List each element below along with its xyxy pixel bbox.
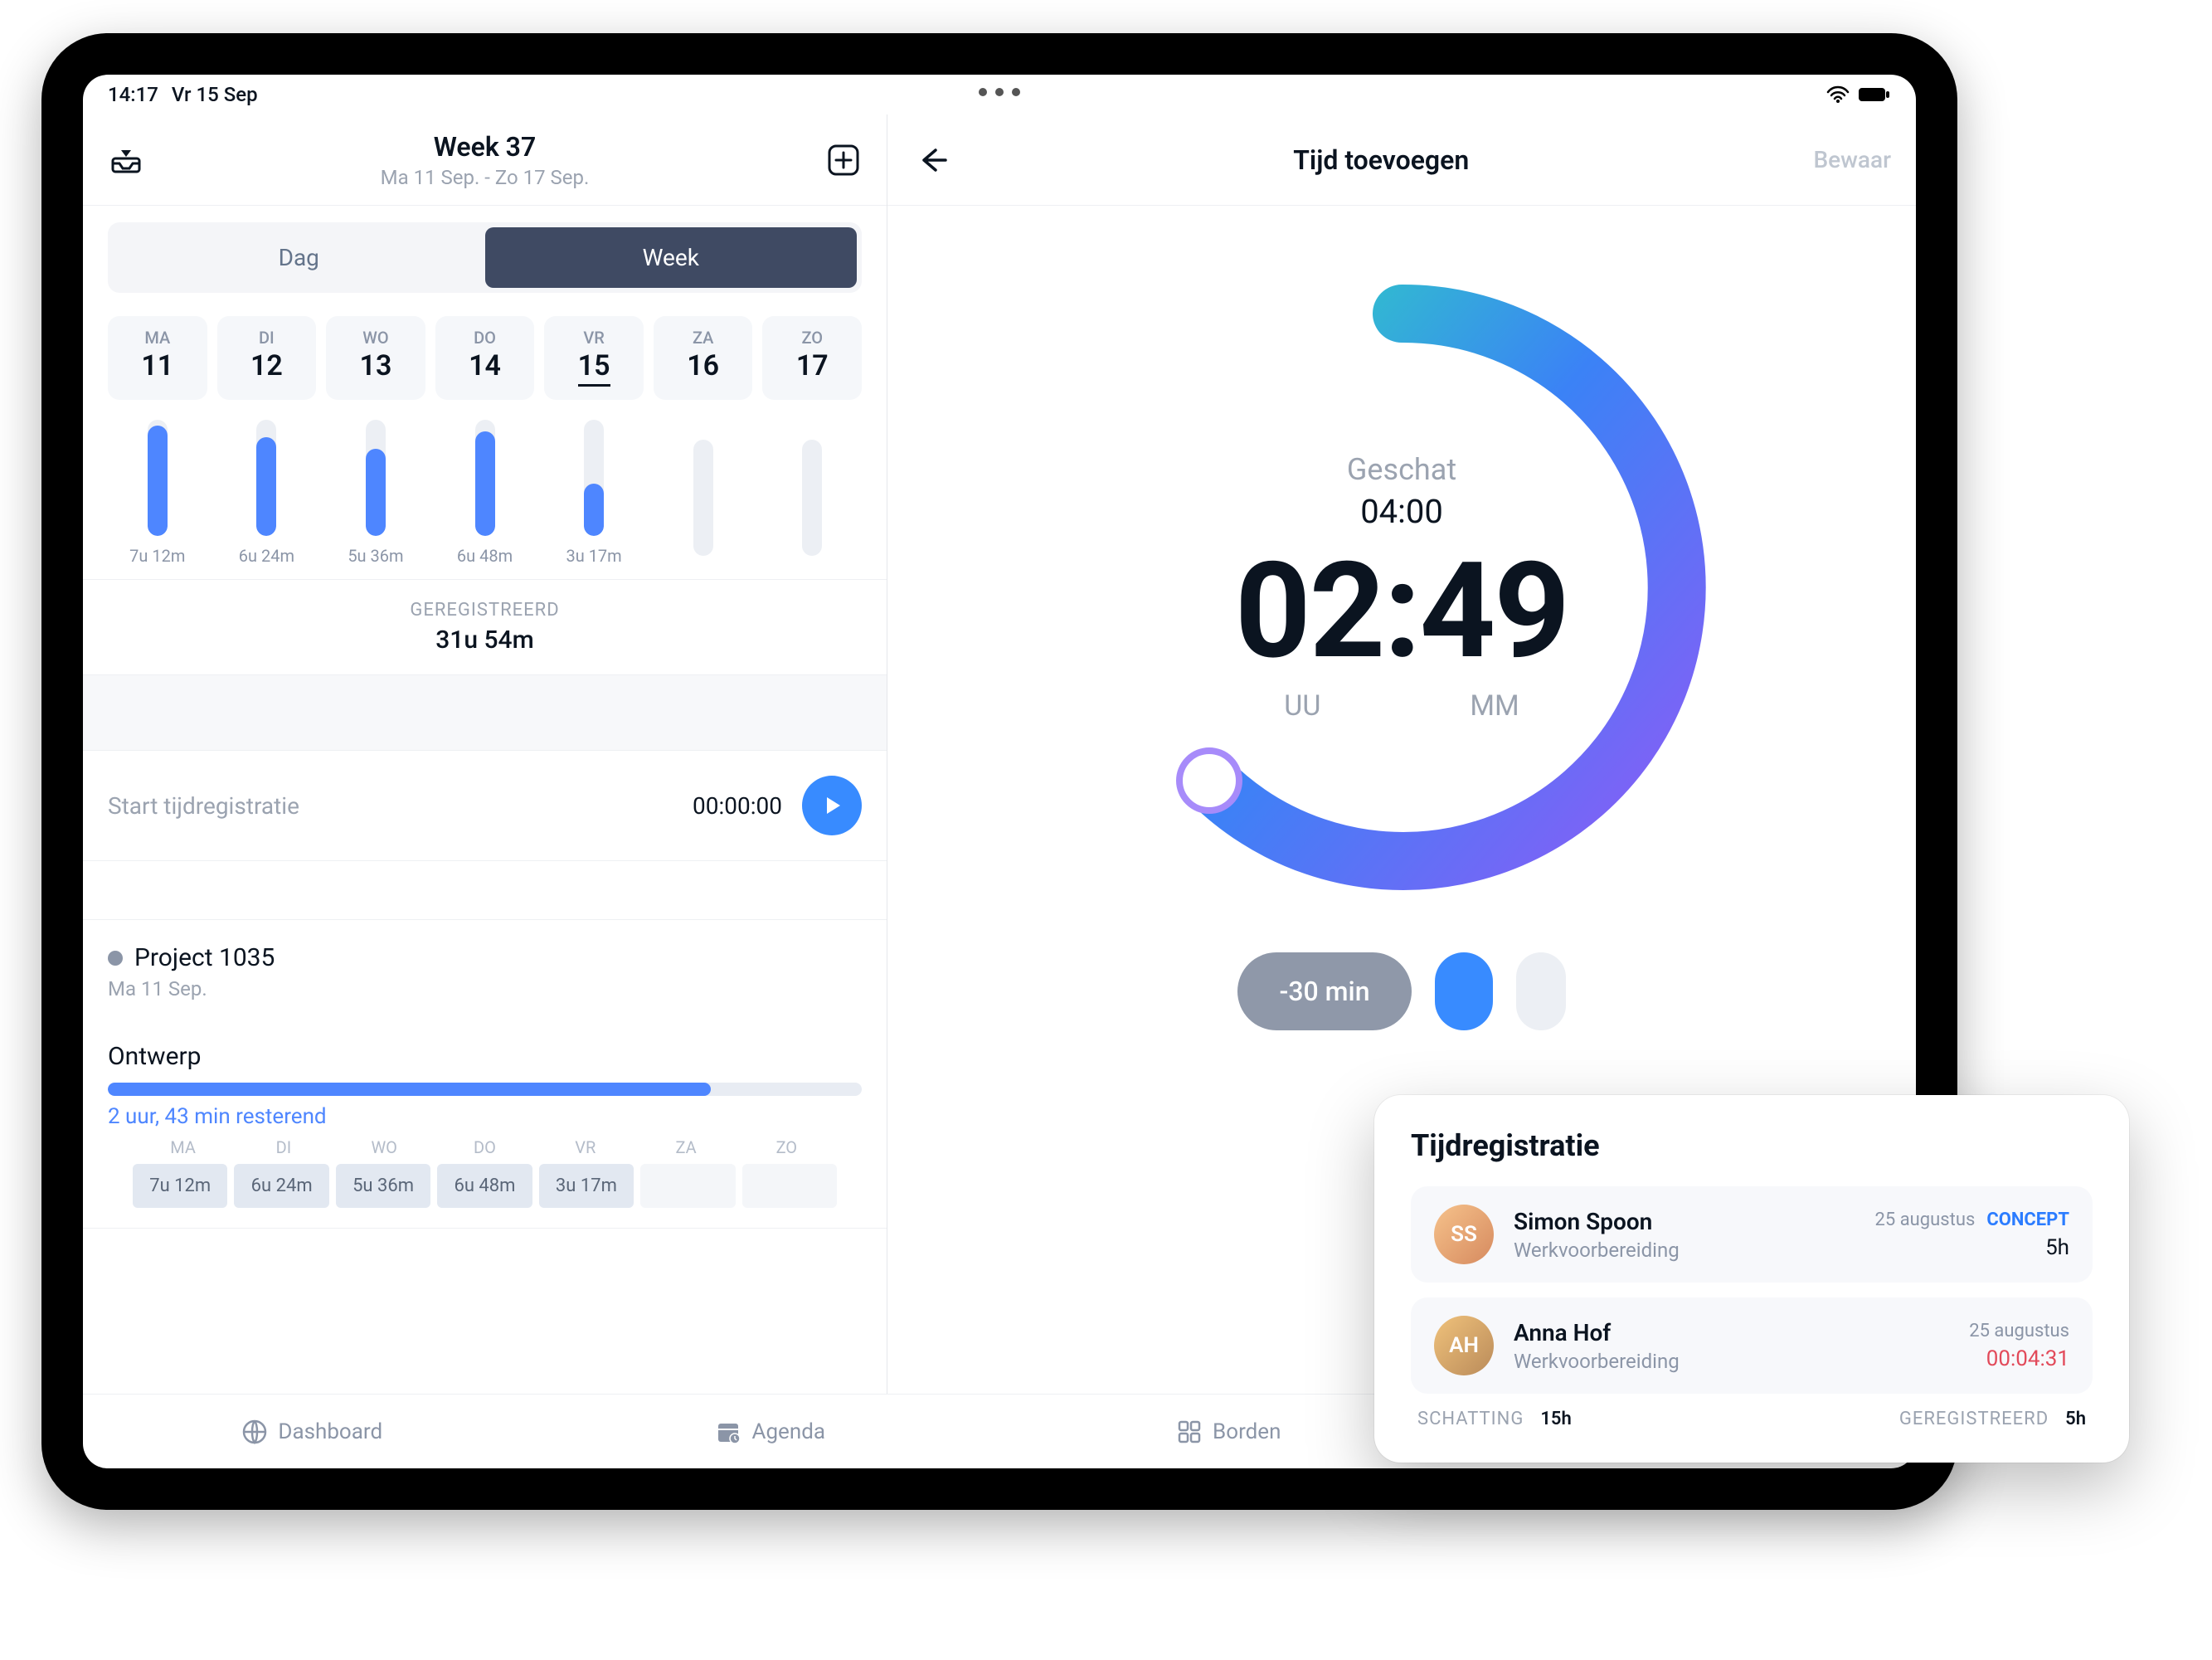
day-col[interactable]: ZO17 <box>762 316 862 400</box>
tab-week[interactable]: Week <box>485 227 858 288</box>
mini-day-abbr: DO <box>435 1137 535 1157</box>
day-col[interactable]: DI12 <box>217 316 317 400</box>
add-button[interactable] <box>825 142 862 178</box>
bar-col <box>762 416 862 566</box>
dial-unit-minutes: MM <box>1470 689 1519 723</box>
card-title: Tijdregistratie <box>1411 1128 2093 1163</box>
mini-day-abbr: ZA <box>635 1137 736 1157</box>
timer-placeholder[interactable]: Start tijdregistratie <box>108 792 693 820</box>
mini-day-abbr: ZO <box>737 1137 837 1157</box>
bar-col: 7u 12m <box>108 416 207 566</box>
day-abbr: MA <box>108 328 207 348</box>
mini-bar-cell <box>742 1164 837 1208</box>
mini-bar-cell: 6u 24m <box>234 1164 328 1208</box>
dial-est-value: 04:00 <box>1360 492 1443 531</box>
task-name: Ontwerp <box>108 1042 862 1071</box>
nav-dashboard[interactable]: Dashboard <box>83 1419 542 1445</box>
dial-est-label: Geschat <box>1347 452 1456 487</box>
minus-30-button[interactable]: -30 min <box>1237 952 1411 1030</box>
play-button[interactable] <box>802 776 862 835</box>
entry-date: 25 augustus <box>1875 1210 1976 1230</box>
status-date: Vr 15 Sep <box>172 83 258 106</box>
entry-task: Werkvoorbereiding <box>1514 1350 1949 1373</box>
bar-col: 5u 36m <box>326 416 425 566</box>
footer-est-label: SCHATTING <box>1417 1409 1524 1429</box>
back-button[interactable] <box>912 142 949 178</box>
dial-secondary-button[interactable] <box>1516 952 1566 1030</box>
tab-day[interactable]: Dag <box>113 227 485 288</box>
mini-day-abbr: DI <box>233 1137 333 1157</box>
footer-est-value: 15h <box>1540 1409 1571 1429</box>
task-remaining: 2 uur, 43 min resterend <box>108 1104 862 1129</box>
day-col[interactable]: ZA16 <box>654 316 753 400</box>
nav-agenda[interactable]: Agenda <box>542 1419 1000 1445</box>
day-num: 15 <box>578 349 610 387</box>
entry-name: Simon Spoon <box>1514 1208 1855 1235</box>
project-dot-icon <box>108 951 123 966</box>
project-name: Project 1035 <box>134 943 275 972</box>
page-title: Tijd toevoegen <box>949 144 1813 176</box>
time-dial[interactable]: Geschat 04:00 02:49 UU MM <box>1087 272 1717 903</box>
dial-action-button[interactable] <box>1435 952 1493 1030</box>
avatar: AH <box>1434 1316 1494 1375</box>
day-abbr: ZA <box>654 328 753 348</box>
bar-col: 6u 48m <box>435 416 535 566</box>
dial-unit-hours: UU <box>1284 689 1320 723</box>
entry-name: Anna Hof <box>1514 1319 1949 1346</box>
time-entry[interactable]: AH Anna Hof Werkvoorbereiding 25 augustus 00… <box>1411 1297 2093 1394</box>
day-num: 14 <box>435 349 535 382</box>
footer-reg-label: GEREGISTREERD <box>1899 1409 2049 1429</box>
avatar: SS <box>1434 1205 1494 1264</box>
status-time: 14:17 <box>108 83 158 106</box>
day-abbr: DI <box>217 328 317 348</box>
entry-hours: 5h <box>1875 1235 2069 1260</box>
day-col[interactable]: MA11 <box>108 316 207 400</box>
bar-col: 6u 24m <box>217 416 317 566</box>
day-num: 17 <box>762 349 862 382</box>
entry-timer: 00:04:31 <box>1969 1346 2069 1371</box>
bar-col <box>654 416 753 566</box>
day-abbr: VR <box>544 328 644 348</box>
dial-time: 02:49 <box>1235 534 1568 689</box>
mini-bar-cell <box>640 1164 735 1208</box>
registered-label: GEREGISTREERD <box>83 600 887 621</box>
day-abbr: WO <box>326 328 425 348</box>
footer-reg-value: 5h <box>2065 1409 2086 1429</box>
day-num: 12 <box>217 349 317 382</box>
save-button[interactable]: Bewaar <box>1813 146 1891 173</box>
day-col[interactable]: WO13 <box>326 316 425 400</box>
timereg-card: Tijdregistratie SS Simon Spoon Werkvoorber… <box>1374 1095 2129 1463</box>
day-num: 11 <box>108 349 207 382</box>
timer-value: 00:00:00 <box>693 792 782 820</box>
project-block[interactable]: Project 1035 Ma 11 Sep. <box>83 919 887 1009</box>
battery-icon <box>1858 86 1891 103</box>
entry-status: CONCEPT <box>1986 1210 2069 1230</box>
entry-date: 25 augustus <box>1969 1321 2069 1341</box>
day-abbr: DO <box>435 328 535 348</box>
wifi-icon <box>1826 85 1850 104</box>
mini-day-abbr: MA <box>133 1137 233 1157</box>
task-progress <box>108 1083 862 1096</box>
mini-bar-cell: 5u 36m <box>336 1164 430 1208</box>
time-entry[interactable]: SS Simon Spoon Werkvoorbereiding 25 augustu… <box>1411 1186 2093 1283</box>
registered-value: 31u 54m <box>83 626 887 655</box>
bar-col: 3u 17m <box>544 416 644 566</box>
view-toggle: Dag Week <box>108 222 862 293</box>
day-num: 16 <box>654 349 753 382</box>
day-num: 13 <box>326 349 425 382</box>
day-abbr: ZO <box>762 328 862 348</box>
day-col[interactable]: DO14 <box>435 316 535 400</box>
mini-bar-cell: 3u 17m <box>539 1164 634 1208</box>
entry-task: Werkvoorbereiding <box>1514 1239 1855 1262</box>
task-block[interactable]: Ontwerp 2 uur, 43 min resterend MADIWODO… <box>83 1009 887 1229</box>
mini-day-abbr: VR <box>535 1137 635 1157</box>
mini-bar-cell: 6u 48m <box>437 1164 532 1208</box>
week-title: Week 37 <box>144 131 825 163</box>
mini-bar-cell: 7u 12m <box>133 1164 227 1208</box>
week-range: Ma 11 Sep. - Zo 17 Sep. <box>144 166 825 189</box>
project-date: Ma 11 Sep. <box>108 977 862 1000</box>
mini-day-abbr: WO <box>334 1137 435 1157</box>
day-col[interactable]: VR15 <box>544 316 644 400</box>
inbox-icon[interactable] <box>108 142 144 178</box>
